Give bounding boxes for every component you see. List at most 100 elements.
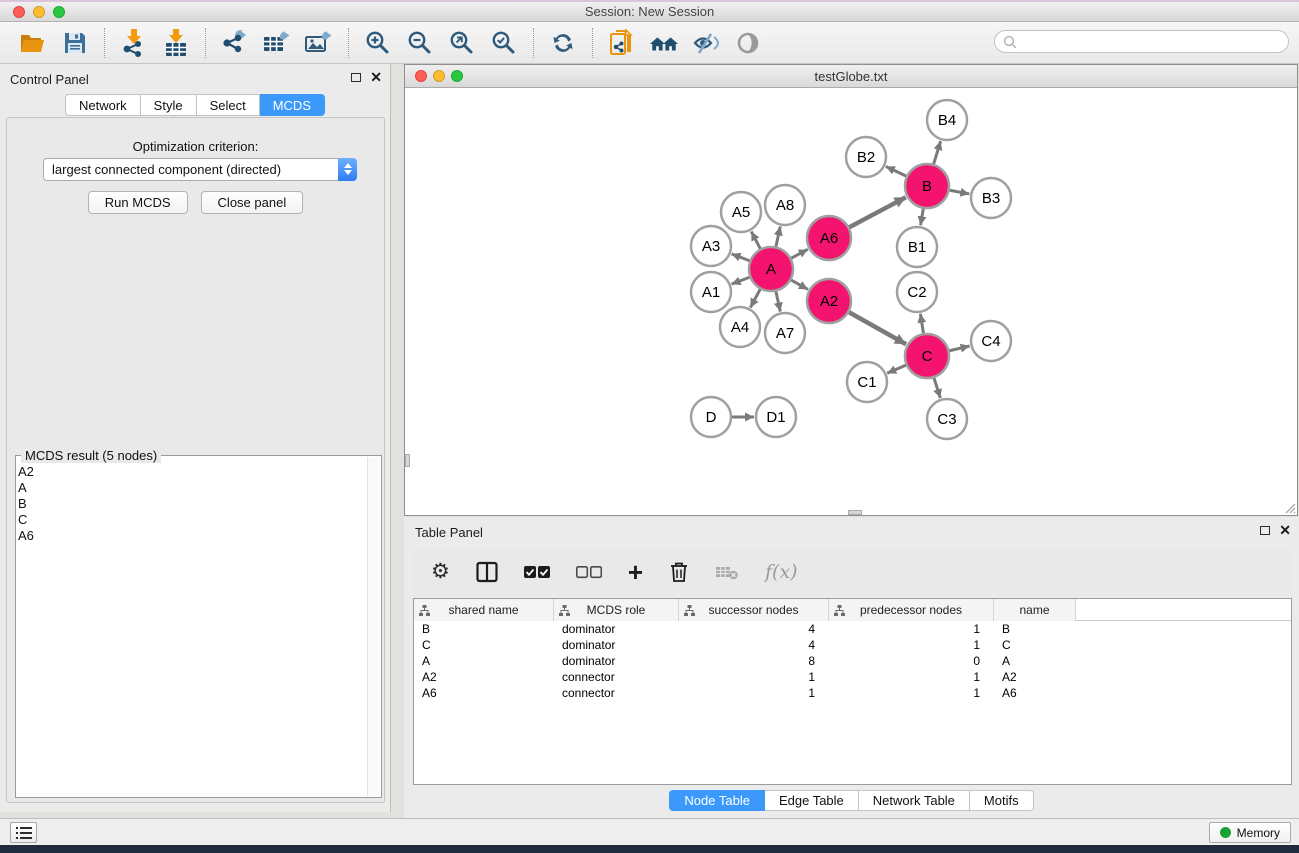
table-tab-node-table[interactable]: Node Table: [669, 790, 765, 811]
graph-node-C4[interactable]: C4: [971, 321, 1011, 361]
search-input[interactable]: [994, 30, 1289, 53]
show-column-icon[interactable]: [476, 561, 498, 583]
table-row[interactable]: A2connector11A2: [414, 669, 1291, 685]
select-all-icon[interactable]: [524, 565, 550, 579]
graph-edge-B-B3[interactable]: [950, 190, 970, 194]
graph-edge-A-A7[interactable]: [776, 291, 780, 311]
graph-node-B2[interactable]: B2: [846, 137, 886, 177]
tab-style[interactable]: Style: [141, 94, 197, 116]
result-item[interactable]: A2: [18, 464, 34, 480]
graph-node-C[interactable]: C: [905, 334, 949, 378]
open-session-icon[interactable]: [18, 28, 48, 58]
result-item[interactable]: A: [18, 480, 34, 496]
column-header-name[interactable]: name: [994, 599, 1076, 621]
hide-graphics-details-icon[interactable]: [691, 28, 721, 58]
table-row[interactable]: Bdominator41B: [414, 621, 1291, 637]
import-network-icon[interactable]: [119, 28, 149, 58]
result-scrollbar[interactable]: [367, 457, 380, 796]
zoom-out-icon[interactable]: [405, 28, 435, 58]
graph-edge-A-A5[interactable]: [751, 231, 760, 248]
graph-node-A2[interactable]: A2: [807, 279, 851, 323]
tab-select[interactable]: Select: [197, 94, 260, 116]
column-header-successor-nodes[interactable]: successor nodes: [679, 599, 829, 621]
graph-node-A4[interactable]: A4: [720, 307, 760, 347]
graph-edge-A-A4[interactable]: [750, 289, 760, 307]
table-row[interactable]: Cdominator41C: [414, 637, 1291, 653]
node-table[interactable]: shared nameMCDS rolesuccessor nodesprede…: [413, 598, 1292, 785]
graph-node-C2[interactable]: C2: [897, 272, 937, 312]
table-tab-motifs[interactable]: Motifs: [970, 790, 1034, 811]
graph-edge-B-B1[interactable]: [921, 209, 924, 226]
table-float-panel-icon[interactable]: [1260, 526, 1270, 535]
graph-edge-C-C1[interactable]: [887, 365, 906, 373]
criterion-dropdown[interactable]: largest connected component (directed): [43, 158, 357, 181]
export-image-icon[interactable]: [304, 28, 334, 58]
zoom-fit-icon[interactable]: [447, 28, 477, 58]
delete-column-icon[interactable]: [669, 561, 689, 583]
result-item[interactable]: C: [18, 512, 34, 528]
graph-edge-A6-B[interactable]: [849, 197, 905, 227]
add-column-icon[interactable]: +: [628, 562, 643, 582]
graph-node-C3[interactable]: C3: [927, 399, 967, 439]
graph-node-A5[interactable]: A5: [721, 192, 761, 232]
graph-node-B3[interactable]: B3: [971, 178, 1011, 218]
graph-edge-B-B2[interactable]: [886, 166, 906, 176]
graph-edge-A-A8[interactable]: [776, 226, 780, 246]
mcds-result-list[interactable]: A2ABCA6: [18, 464, 34, 544]
graph-edge-C-C4[interactable]: [949, 346, 969, 351]
close-panel-icon[interactable]: ✕: [370, 72, 382, 82]
network-graph[interactable]: B4B2BB3A8A5A6B1A3AA1C2A2A4A7C4CC1C3DD1: [405, 88, 1297, 515]
close-panel-button[interactable]: Close panel: [201, 191, 304, 214]
export-network-icon[interactable]: [220, 28, 250, 58]
graph-edge-C-C3[interactable]: [934, 378, 940, 398]
graph-edge-B-B4[interactable]: [934, 141, 941, 164]
run-mcds-button[interactable]: Run MCDS: [88, 191, 188, 214]
graph-edge-A-A2[interactable]: [791, 280, 808, 289]
network-canvas[interactable]: B4B2BB3A8A5A6B1A3AA1C2A2A4A7C4CC1C3DD1: [405, 88, 1297, 515]
graph-edge-A-A6[interactable]: [791, 249, 808, 258]
tab-mcds[interactable]: MCDS: [260, 94, 325, 116]
deselect-all-icon[interactable]: [576, 565, 602, 579]
graph-edge-C-C2[interactable]: [920, 314, 923, 334]
column-header-MCDS-role[interactable]: MCDS role: [554, 599, 679, 621]
column-header-predecessor-nodes[interactable]: predecessor nodes: [829, 599, 994, 621]
zoom-selected-icon[interactable]: [489, 28, 519, 58]
zoom-in-icon[interactable]: [363, 28, 393, 58]
graph-node-D[interactable]: D: [691, 397, 731, 437]
resize-grip-icon[interactable]: [1282, 500, 1296, 514]
tab-network[interactable]: Network: [65, 94, 141, 116]
graph-node-B[interactable]: B: [905, 164, 949, 208]
column-header-shared-name[interactable]: shared name: [414, 599, 554, 621]
graph-edge-A-A3[interactable]: [732, 254, 750, 261]
graph-node-A1[interactable]: A1: [691, 272, 731, 312]
graph-node-B4[interactable]: B4: [927, 100, 967, 140]
refresh-layout-icon[interactable]: [548, 28, 578, 58]
result-item[interactable]: B: [18, 496, 34, 512]
show-graphics-details-icon[interactable]: [733, 28, 763, 58]
horizontal-scroll-thumb[interactable]: [848, 510, 862, 515]
memory-button[interactable]: Memory: [1209, 822, 1291, 843]
export-table-icon[interactable]: [262, 28, 292, 58]
graph-node-D1[interactable]: D1: [756, 397, 796, 437]
result-item[interactable]: A6: [18, 528, 34, 544]
graph-edge-A2-C[interactable]: [849, 312, 906, 344]
home-views-icon[interactable]: [649, 28, 679, 58]
table-row[interactable]: A6connector11A6: [414, 685, 1291, 701]
task-history-button[interactable]: [10, 822, 37, 843]
float-panel-icon[interactable]: [351, 73, 361, 82]
table-close-panel-icon[interactable]: ✕: [1279, 525, 1291, 535]
graph-node-B1[interactable]: B1: [897, 227, 937, 267]
graph-node-A7[interactable]: A7: [765, 313, 805, 353]
table-row[interactable]: Adominator80A: [414, 653, 1291, 669]
save-session-icon[interactable]: [60, 28, 90, 58]
vertical-scroll-thumb[interactable]: [405, 454, 410, 467]
table-tab-network-table[interactable]: Network Table: [859, 790, 970, 811]
graph-node-A6[interactable]: A6: [807, 216, 851, 260]
graph-node-A3[interactable]: A3: [691, 226, 731, 266]
graph-node-C1[interactable]: C1: [847, 362, 887, 402]
graph-edge-A-A1[interactable]: [732, 277, 750, 284]
import-table-icon[interactable]: [161, 28, 191, 58]
graph-node-A[interactable]: A: [749, 247, 793, 291]
table-settings-gear-icon[interactable]: ⚙: [431, 562, 450, 582]
table-tab-edge-table[interactable]: Edge Table: [765, 790, 859, 811]
